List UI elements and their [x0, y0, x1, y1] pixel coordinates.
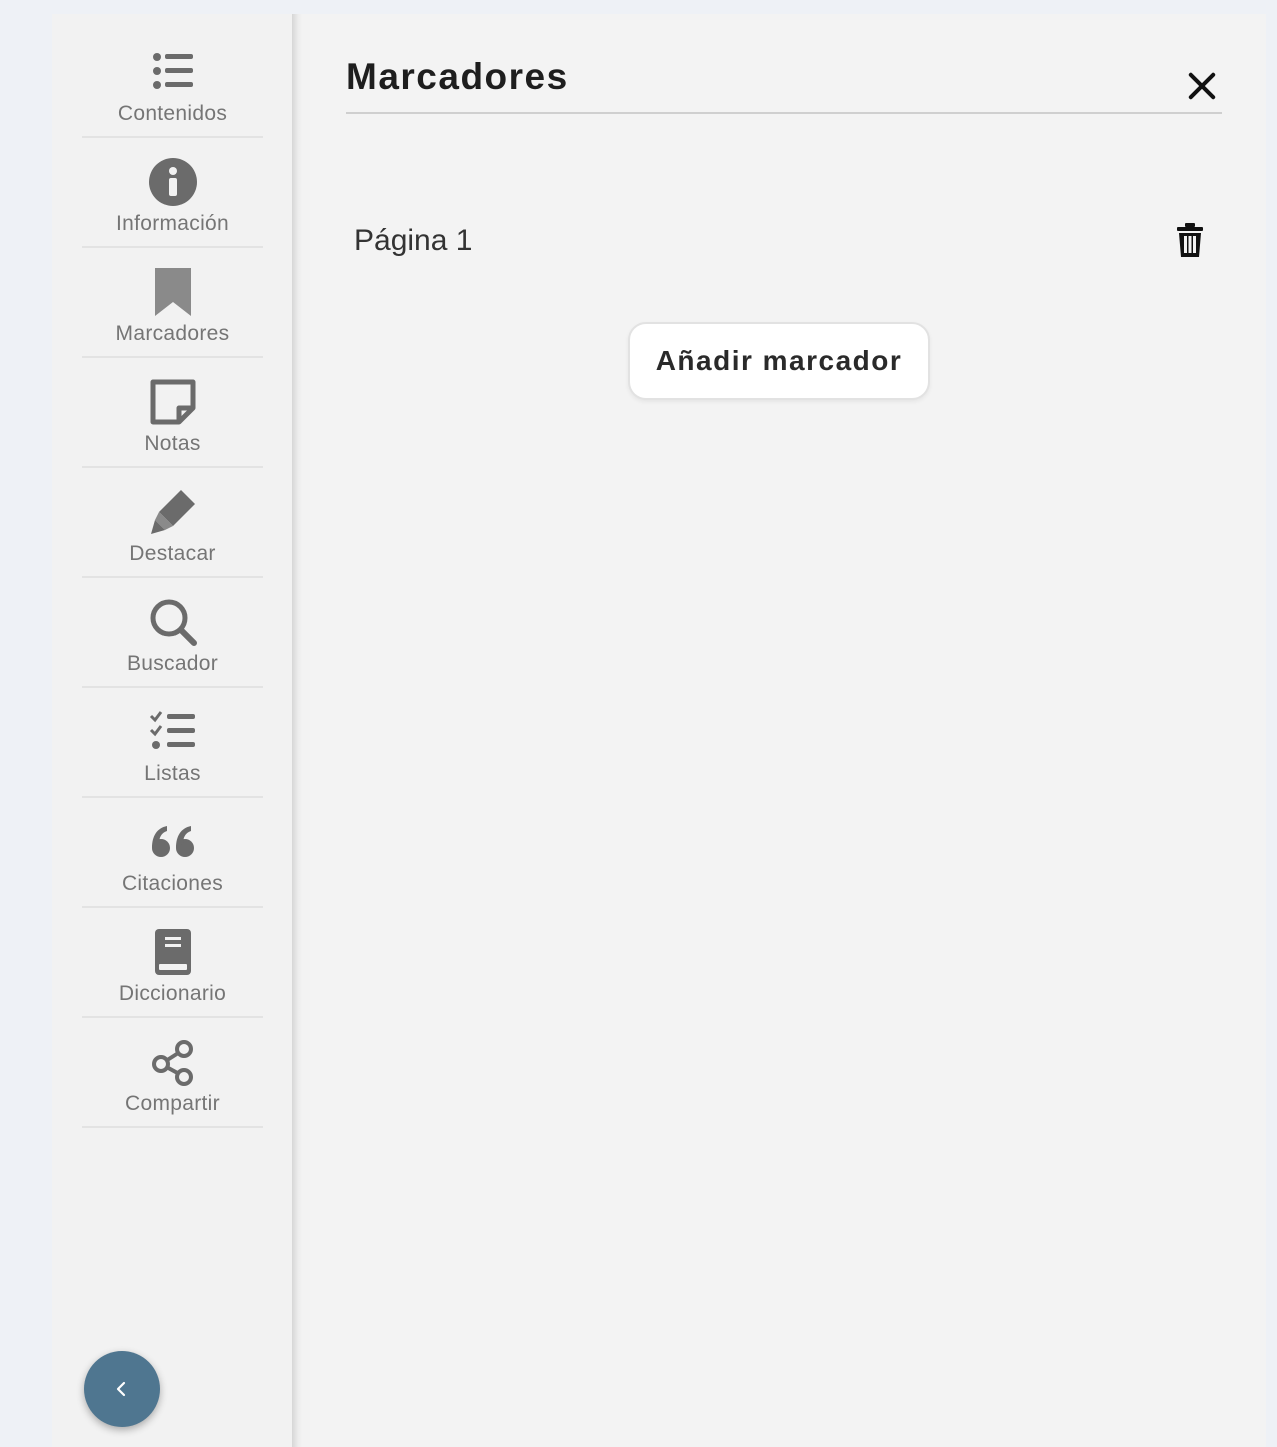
panel-title: Marcadores [346, 56, 569, 97]
sidebar: Contenidos Información Marcadores Notas … [52, 14, 292, 1447]
sidebar-item-label: Destacar [129, 542, 216, 565]
trash-icon [1177, 223, 1203, 257]
checklist-icon [147, 706, 199, 758]
sidebar-item-buscador[interactable]: Buscador [82, 580, 263, 688]
delete-bookmark-button[interactable] [1172, 220, 1208, 260]
chevron-left-icon [116, 1381, 126, 1397]
close-icon [1188, 72, 1216, 100]
sidebar-item-label: Compartir [125, 1092, 220, 1115]
panel-divider [292, 14, 302, 1447]
sidebar-item-label: Información [115, 212, 230, 235]
quote-icon [147, 816, 199, 868]
bookmark-item-label[interactable]: Página 1 [354, 224, 472, 258]
sidebar-item-citaciones[interactable]: Citaciones [82, 800, 263, 908]
bookmarks-panel: Marcadores Página 1 Añadir marcador [302, 14, 1266, 1447]
sidebar-item-label: Citaciones [121, 872, 224, 895]
sidebar-item-notas[interactable]: Notas [82, 360, 263, 468]
sidebar-item-label: Listas [144, 762, 201, 785]
close-button[interactable] [1182, 66, 1222, 106]
sidebar-item-compartir[interactable]: Compartir [82, 1020, 263, 1128]
sidebar-item-label: Buscador [126, 652, 219, 675]
sidebar-item-label: Contenidos [117, 102, 228, 125]
sidebar-item-informacion[interactable]: Información [82, 140, 263, 248]
sidebar-item-listas[interactable]: Listas [82, 690, 263, 798]
sidebar-item-destacar[interactable]: Destacar [82, 470, 263, 578]
book-icon [147, 926, 199, 978]
highlighter-icon [147, 486, 199, 538]
sidebar-item-label: Notas [144, 432, 201, 455]
sidebar-item-label: Marcadores [115, 322, 230, 345]
search-icon [147, 596, 199, 648]
sidebar-item-label: Diccionario [118, 982, 227, 1005]
sidebar-item-contenidos[interactable]: Contenidos [82, 30, 263, 138]
sidebar-item-marcadores[interactable]: Marcadores [82, 250, 263, 358]
add-bookmark-button[interactable]: Añadir marcador [628, 322, 930, 400]
note-icon [147, 376, 199, 428]
sidebar-item-diccionario[interactable]: Diccionario [82, 910, 263, 1018]
bookmark-icon [147, 266, 199, 318]
collapse-sidebar-button[interactable] [84, 1351, 160, 1427]
share-icon [147, 1036, 199, 1088]
list-icon [147, 46, 199, 98]
info-icon [147, 156, 199, 208]
reader-shell: Contenidos Información Marcadores Notas … [52, 14, 1266, 1447]
title-divider [346, 112, 1222, 114]
